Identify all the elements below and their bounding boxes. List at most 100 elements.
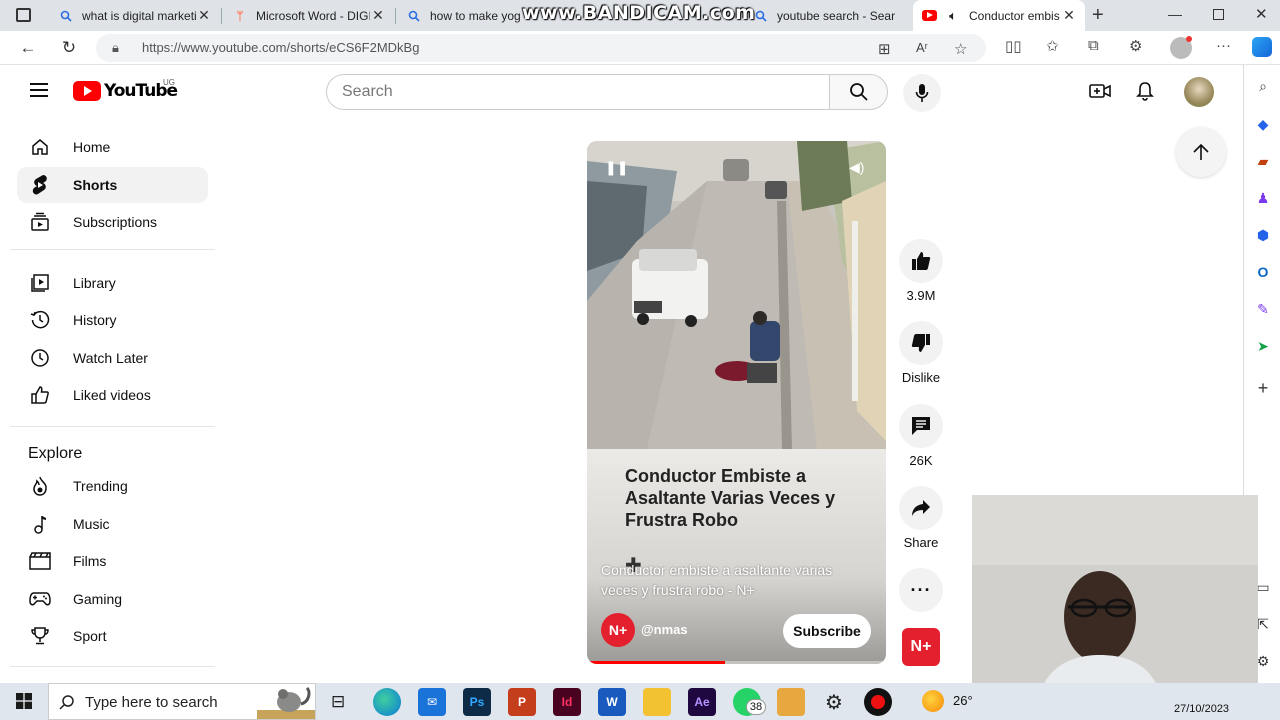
more-actions-button[interactable]: ··· [899,568,943,612]
sport-icon [28,624,52,648]
taskbar-search-input[interactable]: Type here to search [48,683,316,720]
sidebar-item-home[interactable]: Home [17,129,208,165]
browser-tab-active[interactable]: 🔈︎ Conductor embis ✕ [913,0,1085,31]
collections-icon[interactable]: ⧉ [1088,37,1099,54]
microphone-icon [915,84,929,102]
music-icon [28,512,52,536]
voice-search-button[interactable] [903,74,941,112]
miniplayer-icon[interactable] [723,159,749,181]
dislike-button[interactable] [899,321,943,365]
subscribe-button[interactable]: Subscribe [783,614,871,648]
more-menu-icon[interactable]: ··· [1216,37,1231,54]
add-icon[interactable]: + [1254,378,1272,398]
sidebar-item-sport[interactable]: Sport [17,618,208,654]
office-icon[interactable]: ⬢ [1254,226,1272,244]
video-description[interactable]: Conductor embiste a asaltante varias vec… [601,560,871,600]
refresh-icon[interactable]: ↻ [58,37,80,59]
file-explorer-icon[interactable] [643,688,671,716]
task-view-icon[interactable]: ⊟ [331,692,345,712]
sidebar-item-films[interactable]: Films [17,543,208,579]
browser-tab-4[interactable]: youtube search - Sear [745,0,913,31]
sidebar-item-shorts[interactable]: Shorts [17,167,208,203]
settings-gear-icon[interactable]: ⚙︎ [820,688,848,716]
favorite-star-icon[interactable]: ☆ [954,40,967,58]
channel-name[interactable]: @nmas [641,622,688,637]
weather-icon[interactable] [922,690,944,712]
search-input[interactable]: Search [326,74,829,110]
browser-tab-1[interactable]: what is digital marketi ✕ [50,0,220,31]
sidebar-item-music[interactable]: Music [17,506,208,542]
url-host: https://www.youtube.com [142,40,287,55]
word-icon[interactable]: W [598,688,626,716]
create-video-icon[interactable] [1089,82,1111,105]
mail-icon[interactable]: ✉ [418,688,446,716]
tools-icon[interactable]: ▰ [1254,152,1272,170]
channel-thumbnail-badge[interactable]: N+ [902,628,940,666]
photoshop-icon[interactable]: Ps [463,688,491,716]
edge-icon[interactable] [373,688,401,716]
notifications-bell-icon[interactable] [1136,81,1154,106]
shorts-player[interactable]: ❚❚ ◀) Conductor Embiste a Asaltante Vari… [587,141,886,664]
close-window-button[interactable]: ✕ [1255,5,1268,23]
sidebar-item-gaming[interactable]: Gaming [17,581,208,617]
comments-button[interactable] [899,404,943,448]
designer-icon[interactable]: ✎ [1254,300,1272,318]
account-avatar[interactable] [1184,77,1214,107]
pause-icon[interactable]: ❚❚ [605,159,628,176]
media-player-icon[interactable] [777,688,805,716]
search-icon[interactable]: ⌕ [1254,77,1272,95]
close-icon[interactable]: ✕ [370,7,386,24]
sidebar-item-trending[interactable]: Trending [17,468,208,504]
maximize-button[interactable] [1213,9,1224,20]
previous-short-button[interactable] [1176,127,1226,177]
after-effects-icon[interactable]: Ae [688,688,716,716]
hubspot-icon: ᛘ [236,8,244,23]
favorites-icon[interactable]: ✩ [1046,37,1059,55]
windows-start-icon[interactable] [16,693,32,714]
tab-actions-icon[interactable] [16,8,31,22]
sidebar-item-liked-videos[interactable]: Liked videos [17,377,208,413]
share-button[interactable] [899,486,943,530]
youtube-play-icon [73,81,101,101]
minimize-button[interactable]: — [1168,6,1182,22]
indesign-icon[interactable]: Id [553,688,581,716]
close-icon[interactable]: ✕ [196,7,212,24]
like-button[interactable] [899,239,943,283]
browser-tab-2[interactable]: ᛘ Microsoft Word - DIGI ✕ [224,0,394,31]
extensions-icon[interactable]: ⚙︎ [1129,37,1142,55]
youtube-logo[interactable]: YouTube UG [73,78,178,101]
bandicam-record-icon[interactable] [864,688,892,716]
sidebar-item-label: Trending [73,478,128,494]
address-bar[interactable]: 🔒︎ https://www.youtube.com/shorts/eCS6F2… [96,34,986,62]
volume-icon[interactable]: ◀) [849,159,864,176]
games-icon[interactable]: ♟ [1254,189,1272,207]
sidebar-item-watch-later[interactable]: Watch Later [17,340,208,376]
tab-title: what is digital marketi [82,8,196,23]
app-available-icon[interactable]: ⊞ [878,40,891,58]
sidebar-item-history[interactable]: History [17,302,208,338]
speaker-icon[interactable]: 🔈︎ [945,8,961,24]
browser-tab-strip: what is digital marketi ✕ ᛘ Microsoft Wo… [0,0,1280,31]
browser-tab-3[interactable]: how to make yogu [398,0,528,31]
back-icon[interactable]: ← [17,37,39,59]
outlook-icon[interactable]: O [1254,263,1272,281]
sidebar-item-library[interactable]: Library [17,265,208,301]
sidebar-item-label: Music [73,516,110,532]
video-progress-bar[interactable] [587,661,886,664]
sidebar-item-label: Home [73,139,111,155]
send-icon[interactable]: ➤ [1254,337,1272,355]
read-aloud-icon[interactable]: Aʳ [916,40,928,55]
channel-avatar[interactable]: N+ [601,613,635,647]
powerpoint-icon[interactable]: P [508,688,536,716]
sidebar-item-label: Films [73,553,107,569]
split-screen-icon[interactable]: ▯▯ [1005,37,1022,55]
taskbar-search-placeholder: Type here to search [85,694,218,711]
search-button[interactable] [829,74,888,110]
new-tab-button[interactable]: + [1092,4,1104,27]
whatsapp-unread-badge: 38 [746,699,766,715]
shopping-icon[interactable]: ◆ [1254,115,1272,133]
close-icon[interactable]: ✕ [1061,7,1077,24]
sidebar-item-subscriptions[interactable]: Subscriptions [17,204,208,240]
hamburger-menu-icon[interactable] [30,83,48,97]
copilot-icon[interactable] [1252,37,1272,57]
